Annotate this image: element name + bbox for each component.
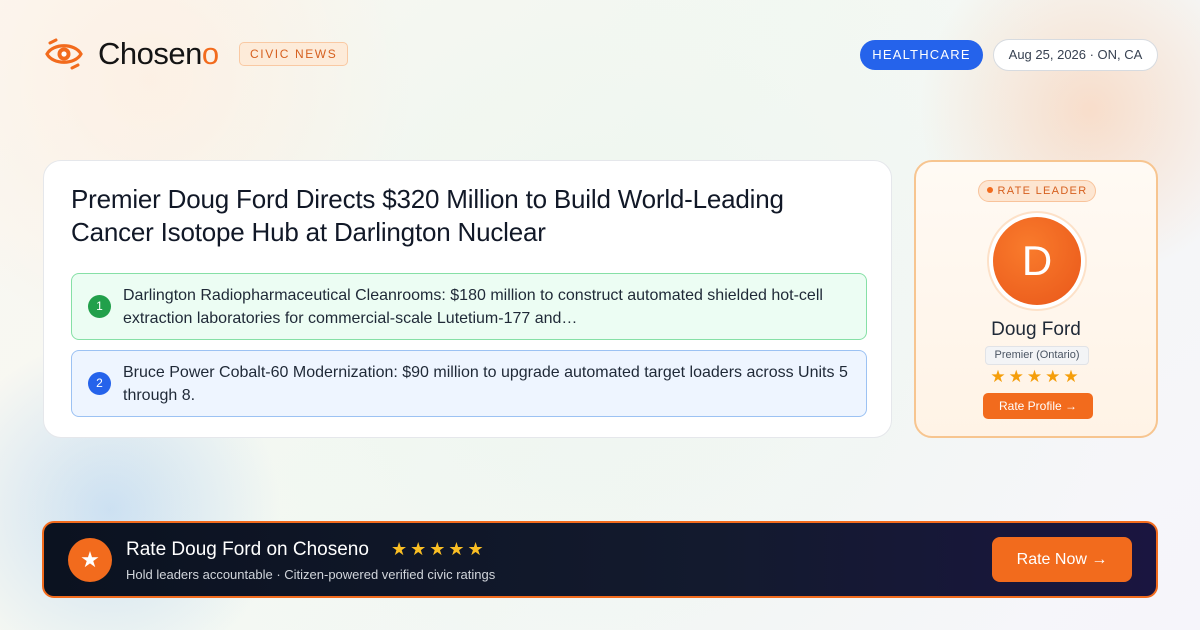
article-headline: Premier Doug Ford Directs $320 Million t… <box>71 184 784 247</box>
leader-name: Doug Ford <box>991 319 1081 340</box>
category-pill[interactable]: HEALTHCARE <box>860 40 983 70</box>
rate-profile-button[interactable]: Rate Profile → <box>983 393 1093 419</box>
leader-role-badge: Premier (Ontario) <box>985 346 1089 365</box>
key-point-2: 2 Bruce Power Cobalt-60 Modernization: $… <box>71 350 867 417</box>
leader-card: RATE LEADER D Doug Ford Premier (Ontario… <box>914 160 1158 438</box>
point-number-badge: 1 <box>88 295 111 318</box>
rate-cta-banner: ★ Rate Doug Ford on Choseno ★★★★★ Hold l… <box>42 521 1158 598</box>
point-text: Darlington Radiopharmaceutical Cleanroom… <box>123 287 823 327</box>
point-text: Bruce Power Cobalt-60 Modernization: $90… <box>123 364 848 404</box>
rate-now-button[interactable]: Rate Now → <box>992 537 1132 582</box>
avatar: D <box>993 217 1081 305</box>
star-icon: ★ <box>68 538 112 582</box>
key-point-1: 1 Darlington Radiopharmaceutical Cleanro… <box>71 273 867 340</box>
banner-subtitle: Hold leaders accountable · Citizen-power… <box>126 567 496 582</box>
dot-icon <box>986 187 993 193</box>
brand-name: Choseno <box>98 36 219 71</box>
star-rating-icon: ★★★★★ <box>990 367 1082 386</box>
civic-news-tag: CIVIC NEWS <box>239 42 349 66</box>
point-number-badge: 2 <box>88 372 111 395</box>
banner-title: Rate Doug Ford on Choseno <box>126 539 369 560</box>
eye-swirl-icon <box>45 38 83 70</box>
brand-logo[interactable]: Choseno <box>44 36 219 72</box>
avatar-ring: D <box>987 211 1087 311</box>
article-card: Premier Doug Ford Directs $320 Million t… <box>43 160 892 438</box>
date-location-pill: Aug 25, 2026 · ON, CA <box>993 39 1158 71</box>
banner-stars-icon: ★★★★★ <box>391 539 487 559</box>
rate-leader-tag: RATE LEADER <box>978 180 1096 202</box>
